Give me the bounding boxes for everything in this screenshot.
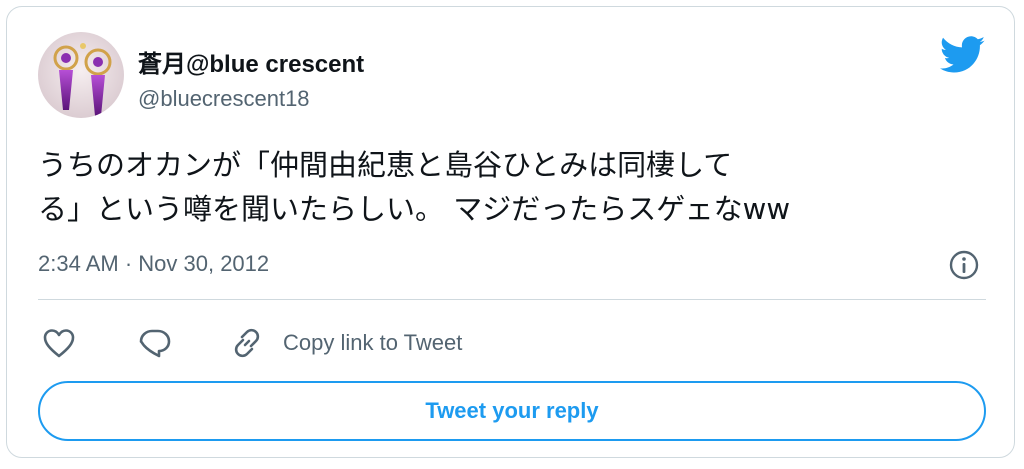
author-display-name[interactable]: 蒼月@blue crescent	[138, 44, 364, 79]
tweet-card: 蒼月@blue crescent @bluecrescent18 うちのオカンが…	[6, 6, 1015, 458]
like-button[interactable]	[42, 323, 76, 363]
reply-bubble-icon	[138, 327, 172, 359]
info-icon[interactable]	[948, 249, 980, 281]
divider	[38, 299, 986, 300]
reply-button-label: Tweet your reply	[425, 398, 599, 423]
tweet-text-line: うちのオカンが「仲間由紀恵と島谷ひとみは同棲して	[38, 148, 733, 182]
tweet-text-line: る」という噂を聞いたらしい。 マジだったらスゲェなww	[38, 192, 791, 226]
reply-button[interactable]	[138, 323, 172, 363]
tweet-timestamp[interactable]: 2:34 AM · Nov 30, 2012	[38, 251, 269, 277]
tweet-your-reply-button[interactable]: Tweet your reply	[38, 381, 986, 441]
heart-icon	[42, 327, 76, 359]
link-icon	[229, 325, 265, 361]
tweet-text: うちのオカンが「仲間由紀恵と島谷ひとみは同棲して る」という噂を聞いたらしい。 …	[38, 143, 988, 231]
copy-link-label: Copy link to Tweet	[283, 330, 463, 355]
twitter-bird-icon[interactable]	[939, 36, 986, 74]
author-avatar[interactable]	[38, 32, 124, 118]
author-handle[interactable]: @bluecrescent18	[138, 86, 310, 112]
copy-link-button[interactable]: Copy link to Tweet	[229, 323, 462, 363]
